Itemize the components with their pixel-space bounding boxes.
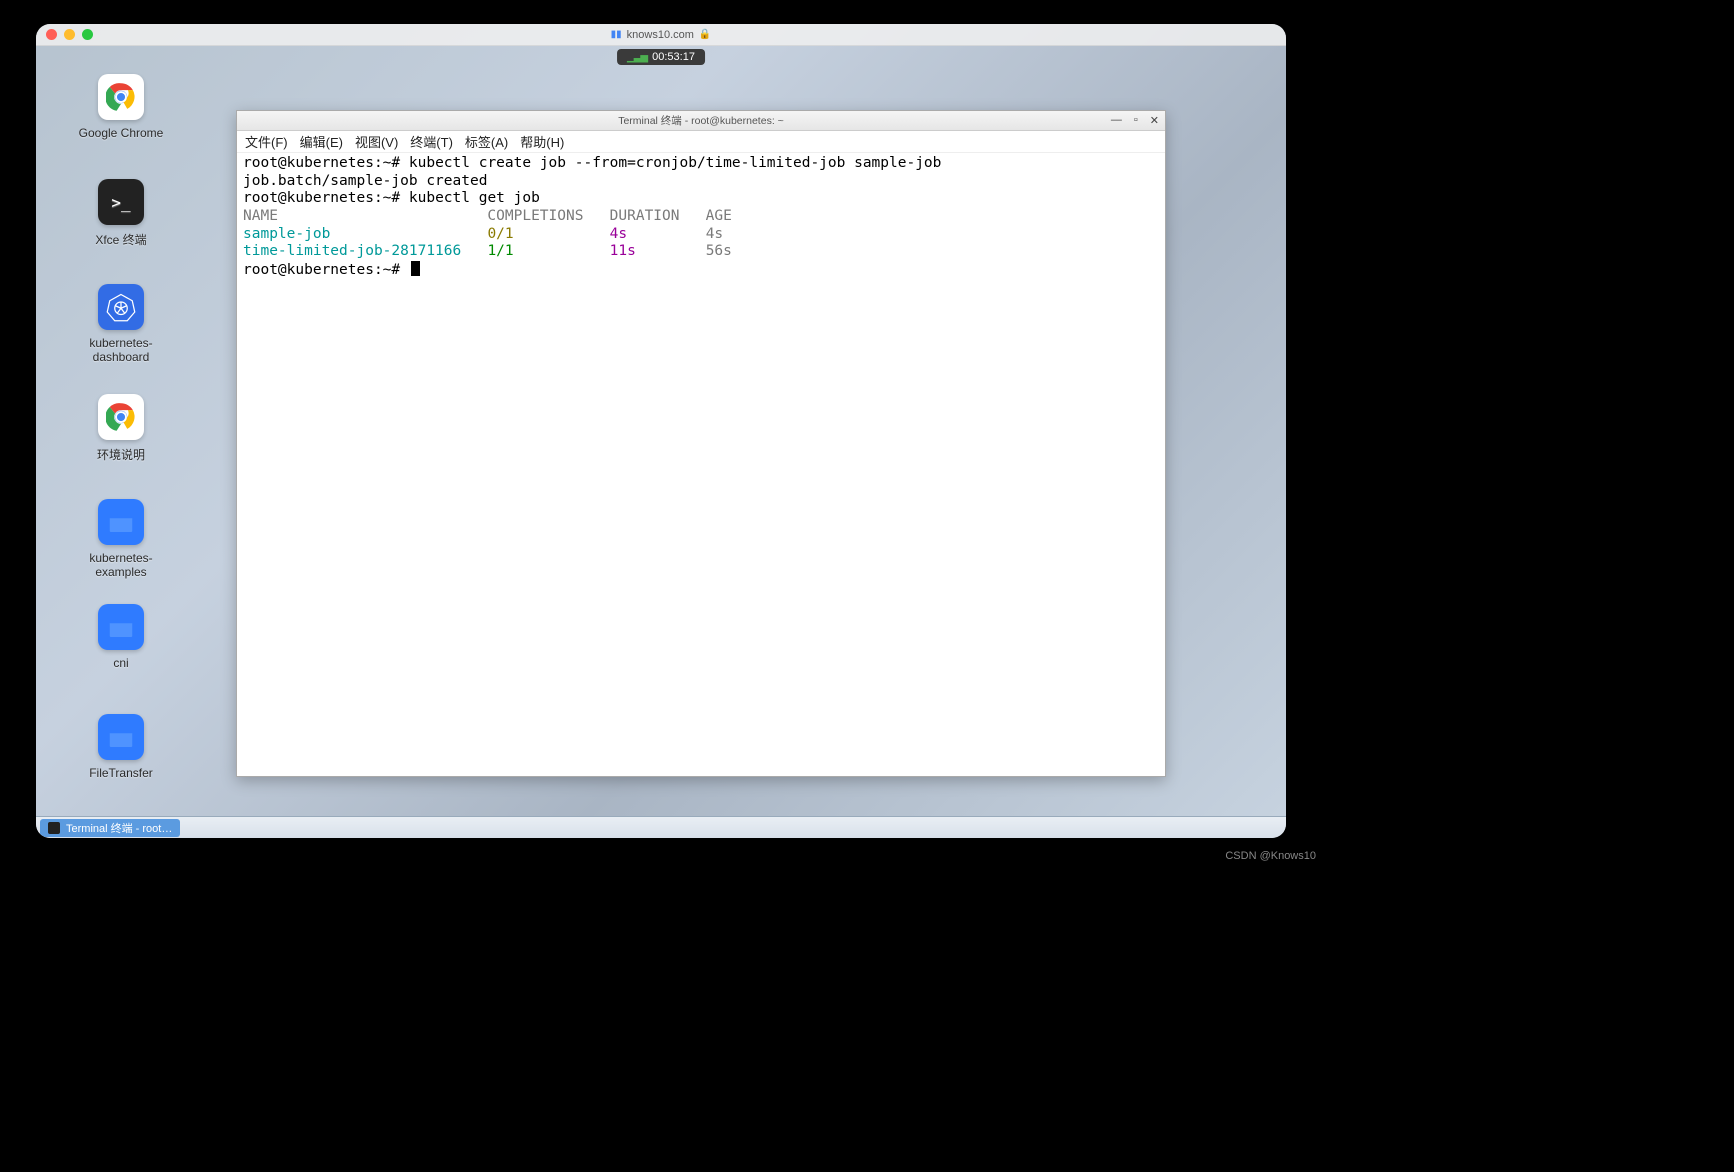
timer-text: 00:53:17 [652, 51, 695, 63]
watermark: CSDN @Knows10 [1225, 850, 1316, 862]
desktop-icon-kubernetes--dashboard[interactable]: kubernetes- dashboard [66, 284, 176, 364]
menu-编辑(E)[interactable]: 编辑(E) [300, 132, 343, 151]
mac-window: ▮▮ knows10.com 🔒 ▁▃▅ 00:53:17 Google Chr… [36, 24, 1286, 838]
term-icon: >_ [98, 179, 144, 225]
maximize-button[interactable]: ▫ [1134, 114, 1138, 127]
folder-icon [98, 604, 144, 650]
desktop-icon-label: kubernetes- dashboard [89, 336, 152, 364]
lock-icon: 🔒 [699, 29, 711, 40]
traffic-lights [46, 29, 93, 40]
url-display: ▮▮ knows10.com 🔒 [611, 29, 712, 41]
menu-终端(T)[interactable]: 终端(T) [410, 132, 453, 151]
terminal-icon [48, 822, 60, 834]
fullscreen-icon[interactable] [82, 29, 93, 40]
menu-文件(F)[interactable]: 文件(F) [245, 132, 288, 151]
site-icon: ▮▮ [611, 29, 622, 40]
menu-帮助(H)[interactable]: 帮助(H) [520, 132, 564, 151]
folder-icon [98, 714, 144, 760]
desktop-icon-label: kubernetes- examples [89, 551, 152, 579]
minimize-icon[interactable] [64, 29, 75, 40]
terminal-body[interactable]: root@kubernetes:~# kubectl create job --… [237, 153, 1165, 776]
terminal-titlebar[interactable]: Terminal 终端 - root@kubernetes: ~ — ▫ ✕ [237, 111, 1165, 131]
folder-icon [98, 499, 144, 545]
chrome-icon [98, 74, 144, 120]
cursor [411, 261, 420, 276]
close-icon[interactable] [46, 29, 57, 40]
desktop-icon-label: Google Chrome [79, 126, 164, 140]
menu-视图(V)[interactable]: 视图(V) [355, 132, 398, 151]
desktop-icon-google-chrome[interactable]: Google Chrome [66, 74, 176, 140]
desktop-icon-环境说明[interactable]: 环境说明 [66, 394, 176, 463]
chrome-icon [98, 394, 144, 440]
desktop-icon-kubernetes--examples[interactable]: kubernetes- examples [66, 499, 176, 579]
close-button[interactable]: ✕ [1150, 114, 1159, 127]
mac-titlebar: ▮▮ knows10.com 🔒 [36, 24, 1286, 46]
desktop-icon-label: 环境说明 [97, 446, 145, 463]
k8s-icon [98, 284, 144, 330]
desktop-icon-label: cni [113, 656, 128, 670]
xfce-panel: Terminal 终端 - root… [36, 816, 1286, 838]
desktop-icon-label: FileTransfer [89, 766, 153, 780]
minimize-button[interactable]: — [1111, 114, 1122, 127]
menu-标签(A)[interactable]: 标签(A) [465, 132, 508, 151]
taskbar-item-terminal[interactable]: Terminal 终端 - root… [40, 819, 180, 837]
desktop-icon-label: Xfce 终端 [95, 231, 146, 248]
signal-icon: ▁▃▅ [627, 52, 647, 63]
taskbar-item-label: Terminal 终端 - root… [66, 820, 172, 836]
desktop-icon-xfce-终端[interactable]: >_ Xfce 终端 [66, 179, 176, 248]
desktop-icon-filetransfer[interactable]: FileTransfer [66, 714, 176, 780]
terminal-window: Terminal 终端 - root@kubernetes: ~ — ▫ ✕ 文… [236, 110, 1166, 777]
timer-overlay: ▁▃▅ 00:53:17 [617, 49, 705, 65]
terminal-menubar: 文件(F) 编辑(E) 视图(V) 终端(T) 标签(A) 帮助(H) [237, 131, 1165, 153]
desktop-icon-cni[interactable]: cni [66, 604, 176, 670]
terminal-title: Terminal 终端 - root@kubernetes: ~ [618, 113, 784, 128]
url-text: knows10.com [627, 29, 694, 41]
